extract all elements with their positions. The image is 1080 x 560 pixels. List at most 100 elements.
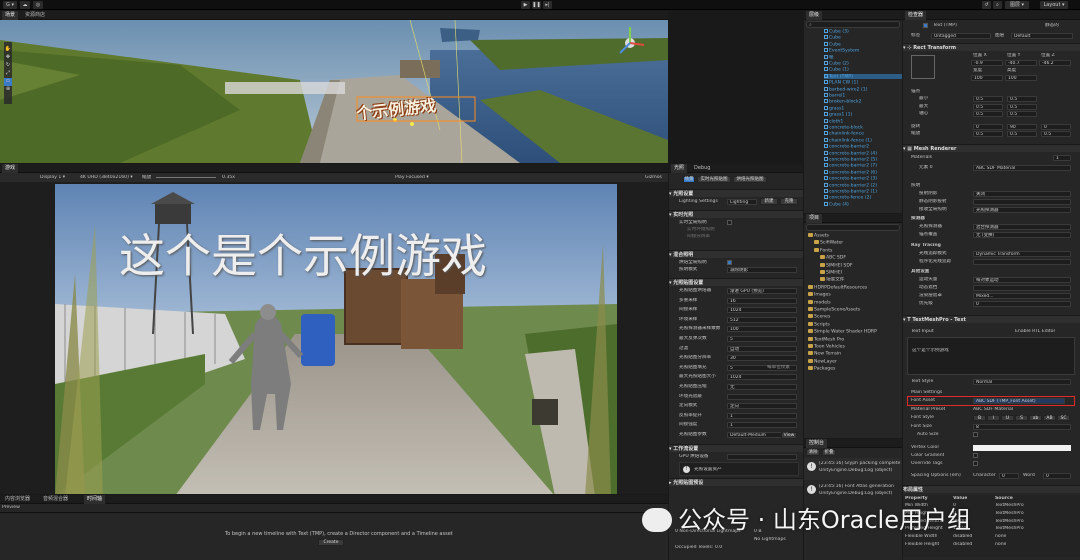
lightmap-setting-field[interactable]: 定向 — [727, 403, 797, 410]
account-button[interactable]: G ▾ — [3, 1, 17, 9]
gizmos-button[interactable]: Gizmos — [645, 175, 662, 181]
display-dropdown[interactable]: Display 1 ▾ — [40, 175, 65, 181]
tab-console[interactable]: 控制台 — [806, 439, 828, 448]
project-item[interactable]: SIMHEI — [820, 270, 902, 276]
gradient-checkbox[interactable] — [973, 453, 978, 458]
project-search[interactable] — [806, 224, 900, 231]
mr-setting-field[interactable]: 关闭 — [973, 191, 1071, 197]
override-tags-checkbox[interactable] — [973, 461, 978, 466]
mesh-renderer-header[interactable]: ▾ ▦ Mesh Renderer — [903, 144, 1080, 152]
hierarchy-search[interactable]: ⌕ — [806, 21, 900, 28]
hierarchy-item[interactable]: EventSystem — [824, 48, 902, 54]
project-item[interactable]: Scripts — [808, 321, 898, 327]
mr-setting-field[interactable]: 每对象运动 — [973, 277, 1071, 283]
hierarchy-item[interactable]: concrete-barrier2 (7) — [824, 163, 902, 169]
hierarchy-item[interactable]: chainlink-fence (1) — [824, 137, 902, 143]
pos-x-field[interactable]: -0.9 — [971, 60, 1003, 66]
hierarchy-item[interactable]: concrete-block — [824, 125, 902, 131]
hierarchy-item[interactable]: grass1 — [824, 105, 902, 111]
tab-timeline[interactable]: 时间轴 — [84, 495, 106, 504]
project-item[interactable]: SampleSceneAssets — [808, 307, 898, 313]
lightmap-setting-field[interactable]: 16 — [727, 297, 797, 304]
hierarchy-item[interactable]: Cube (4) — [824, 201, 902, 207]
mr-setting-field[interactable] — [973, 199, 1071, 205]
move-tool-icon[interactable]: ✥ — [4, 54, 12, 62]
project-item[interactable]: Toon Vehicles — [808, 344, 898, 350]
lightmap-setting-field[interactable]: 1024 — [727, 307, 797, 314]
layout-dropdown[interactable]: Layout ▾ — [1040, 1, 1068, 9]
word-spacing-field[interactable]: 0 — [1043, 473, 1071, 479]
tab-audio-mixer[interactable]: 音频混合器 — [40, 495, 71, 504]
project-item[interactable]: Packages — [808, 366, 898, 372]
font-style-button[interactable]: S — [1015, 415, 1028, 421]
realtime-gi-checkbox[interactable] — [727, 220, 732, 225]
lightmap-view-button[interactable]: View — [781, 432, 797, 439]
hierarchy-item[interactable]: chainlink-fence — [824, 131, 902, 137]
mr-setting-field[interactable]: 0 — [973, 301, 1071, 307]
material-preset-dropdown[interactable]: ABC SDF Material — [973, 407, 1013, 413]
gpu-device-dropdown[interactable] — [727, 454, 797, 460]
lightmap-setting-field[interactable]: 30 — [727, 355, 797, 362]
tab-debug[interactable]: Debug — [691, 164, 713, 173]
project-item[interactable]: Fonts — [814, 247, 902, 253]
hierarchy-item[interactable]: concrete-barrier2 (5) — [824, 157, 902, 163]
hierarchy-item[interactable]: PLAN CW (1) — [824, 80, 902, 86]
mr-setting-field[interactable]: 无 (变换) — [973, 232, 1071, 238]
console-collapse-button[interactable]: 折叠 — [822, 449, 836, 456]
game-viewport[interactable]: 这个是个示例游戏 — [55, 184, 617, 494]
rotate-tool-icon[interactable]: ↻ — [4, 62, 12, 70]
step-button[interactable]: ▸| — [543, 1, 552, 9]
hierarchy-item[interactable]: barrel1 — [824, 93, 902, 99]
tab-scene[interactable]: 场景 — [2, 11, 19, 20]
scale-y-field[interactable]: 0.5 — [1007, 131, 1037, 137]
scale-slider[interactable] — [156, 177, 216, 178]
scene-viewport[interactable]: 个示例游戏 ✋ ✥ ↻ ⤢ ▭ ⊕ — [0, 19, 668, 163]
lightmap-setting-field[interactable]: 100 — [727, 326, 797, 333]
tab-content-browser[interactable]: 内容浏览器 — [2, 495, 33, 504]
font-style-button[interactable]: AB — [1043, 415, 1056, 421]
hierarchy-item[interactable]: 帐 — [824, 54, 902, 60]
collab-icon[interactable]: ◎ — [33, 1, 43, 9]
font-style-button[interactable]: ab — [1029, 415, 1042, 421]
anchor-x-field[interactable]: 0.5 — [973, 111, 1003, 117]
transform-tool-icon[interactable]: ⊕ — [4, 86, 12, 94]
lightmap-setting-field[interactable]: 1 — [727, 412, 797, 419]
orientation-gizmo[interactable] — [612, 23, 648, 63]
mr-setting-field[interactable]: Dynamic Transform — [973, 251, 1071, 257]
project-item[interactable]: Scenes — [808, 314, 898, 320]
hierarchy-item[interactable]: Cube (3) — [824, 29, 902, 35]
hierarchy-item[interactable]: concrete-barrier2 — [824, 144, 902, 150]
font-style-button[interactable]: I — [987, 415, 1000, 421]
lightmap-setting-field[interactable]: 1 — [727, 422, 797, 429]
timeline-create-button[interactable]: Create — [318, 539, 344, 546]
font-style-button[interactable]: SC — [1057, 415, 1070, 421]
hierarchy-item[interactable]: barbed-wire2 (1) — [824, 86, 902, 92]
hierarchy-item[interactable]: broken-block2 — [824, 99, 902, 105]
rotation-x-field[interactable]: 0 — [973, 124, 1003, 130]
hierarchy-item[interactable]: concrete-barrier2 (2) — [824, 182, 902, 188]
project-item[interactable]: ABC SDF — [820, 255, 902, 261]
font-style-button[interactable]: B — [973, 415, 986, 421]
project-item[interactable]: New Terrain — [808, 351, 898, 357]
hierarchy-item[interactable]: Cube — [824, 35, 902, 41]
cloud-icon[interactable]: ☁ — [20, 1, 30, 9]
lighting-clone-button[interactable]: 克隆 — [780, 198, 798, 205]
lighting-new-button[interactable]: 新建 — [760, 198, 778, 205]
subtab-scene[interactable]: 场景 — [683, 176, 695, 183]
hierarchy-item[interactable]: Cube (1) — [824, 67, 902, 73]
hierarchy-item[interactable]: concrete-barrier2 (6) — [824, 169, 902, 175]
lightmap-setting-field[interactable]: 512 — [727, 316, 797, 323]
tab-game[interactable]: 游戏 — [2, 164, 19, 173]
mr-setting-field[interactable]: Mixed... — [973, 293, 1071, 299]
project-item[interactable]: 场景文件 — [820, 277, 902, 283]
project-item[interactable]: NewLayer — [808, 358, 898, 364]
width-field[interactable]: 100 — [971, 75, 1003, 81]
pos-y-field[interactable]: -40.7 — [1005, 60, 1037, 66]
mr-setting-field[interactable]: 混合探测器 — [973, 224, 1071, 230]
pause-button[interactable]: ❚❚ — [532, 1, 541, 9]
subtab-realtime-lightmaps[interactable]: 实时光照贴图 — [697, 176, 731, 183]
active-checkbox[interactable] — [923, 23, 928, 28]
rect-tool-icon[interactable]: ▭ — [4, 78, 12, 86]
text-input-area[interactable]: 这个是个示例游戏 — [907, 337, 1075, 375]
scale-tool-icon[interactable]: ⤢ — [4, 70, 12, 78]
